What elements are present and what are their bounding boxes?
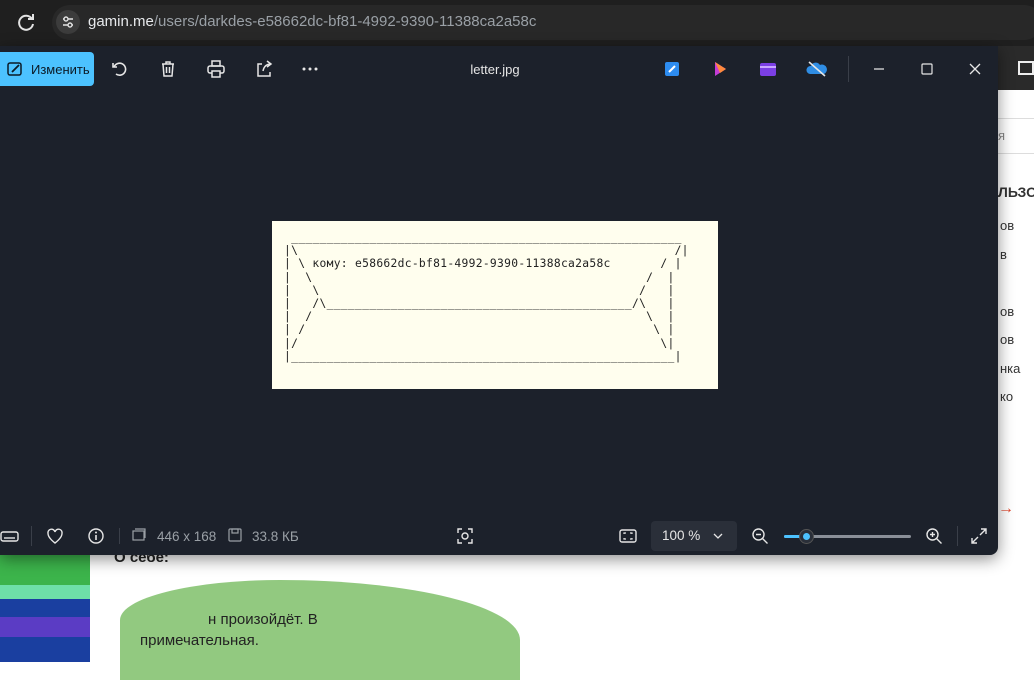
save-disk-icon <box>228 528 242 542</box>
letter-ascii-art: ________________________________________… <box>284 231 689 363</box>
list-item[interactable]: ко <box>1000 389 1013 404</box>
edit-icon <box>7 62 22 76</box>
site-info-icon[interactable] <box>56 10 80 34</box>
background-page-header <box>998 46 1034 90</box>
search-fragment: я <box>998 128 1006 143</box>
about-text-line: н произойдёт. В <box>208 611 318 628</box>
maximize-icon[interactable] <box>917 59 937 79</box>
file-size: 33.8 КБ <box>252 529 299 544</box>
status-bar: 446 x 168 33.8 КБ 100 % <box>0 516 998 555</box>
image-viewer[interactable]: ________________________________________… <box>0 92 998 516</box>
zoom-slider-thumb[interactable] <box>799 529 814 544</box>
visual-search-icon[interactable] <box>455 526 475 546</box>
file-title: letter.jpg <box>470 62 520 77</box>
more-options-icon[interactable] <box>300 59 320 79</box>
zoom-level-value: 100 % <box>662 528 701 543</box>
status-separator <box>957 526 958 546</box>
url-domain: gamin.me <box>88 13 154 30</box>
chevron-down-icon <box>713 533 723 539</box>
list-item[interactable]: в <box>1000 247 1007 262</box>
zoom-slider[interactable] <box>784 529 911 544</box>
clipchamp-icon[interactable] <box>710 59 730 79</box>
delete-icon[interactable] <box>158 59 178 79</box>
edit-button-label: Изменить <box>31 61 90 77</box>
image-dimensions: 446 x 168 <box>157 529 217 544</box>
section-title-fragment: ЛЬЗОВ <box>998 184 1034 200</box>
list-item[interactable]: ов <box>1000 332 1014 347</box>
photos-window: Изменить letter.jpg ____________________… <box>0 46 998 555</box>
minimize-icon[interactable] <box>869 59 889 79</box>
rotate-icon[interactable] <box>110 59 130 79</box>
onedrive-icon[interactable] <box>806 59 827 79</box>
status-separator <box>31 526 32 546</box>
zoom-out-icon[interactable] <box>750 526 770 546</box>
photos-toolbar: Изменить letter.jpg <box>0 46 998 92</box>
arrow-right-icon[interactable]: → <box>998 500 1014 518</box>
letter-image: ________________________________________… <box>272 221 718 389</box>
zoom-level-dropdown[interactable]: 100 % <box>651 521 737 551</box>
mail-icon[interactable] <box>1018 61 1034 75</box>
profile-image <box>0 555 90 662</box>
url-text[interactable]: gamin.me/users/darkdes-e58662dc-bf81-499… <box>88 13 536 30</box>
fit-to-window-icon[interactable] <box>618 526 638 546</box>
info-icon[interactable] <box>86 526 106 546</box>
background-search-field[interactable]: я <box>998 118 1034 154</box>
toolbar-separator <box>848 56 849 82</box>
reload-icon[interactable] <box>14 11 38 35</box>
url-path: /users/darkdes-e58662dc-bf81-4992-9390-1… <box>153 13 537 30</box>
print-icon[interactable] <box>206 59 226 79</box>
favorite-heart-icon[interactable] <box>45 526 65 546</box>
browser-toolbar: gamin.me/users/darkdes-e58662dc-bf81-499… <box>0 0 1034 46</box>
close-icon[interactable] <box>965 59 985 79</box>
about-text-line: примечательная. <box>140 632 259 649</box>
list-item[interactable]: нка <box>1000 361 1020 376</box>
dimensions-icon <box>132 528 146 542</box>
list-item[interactable]: ов <box>1000 218 1014 233</box>
video-editor-icon[interactable] <box>758 59 778 79</box>
filmstrip-icon[interactable] <box>0 526 20 546</box>
zoom-in-icon[interactable] <box>924 526 944 546</box>
edit-button[interactable]: Изменить <box>0 52 94 86</box>
full-screen-icon[interactable] <box>969 526 989 546</box>
designer-icon[interactable] <box>662 59 682 79</box>
list-item[interactable]: ов <box>1000 304 1014 319</box>
share-icon[interactable] <box>254 59 274 79</box>
status-separator <box>119 528 120 544</box>
